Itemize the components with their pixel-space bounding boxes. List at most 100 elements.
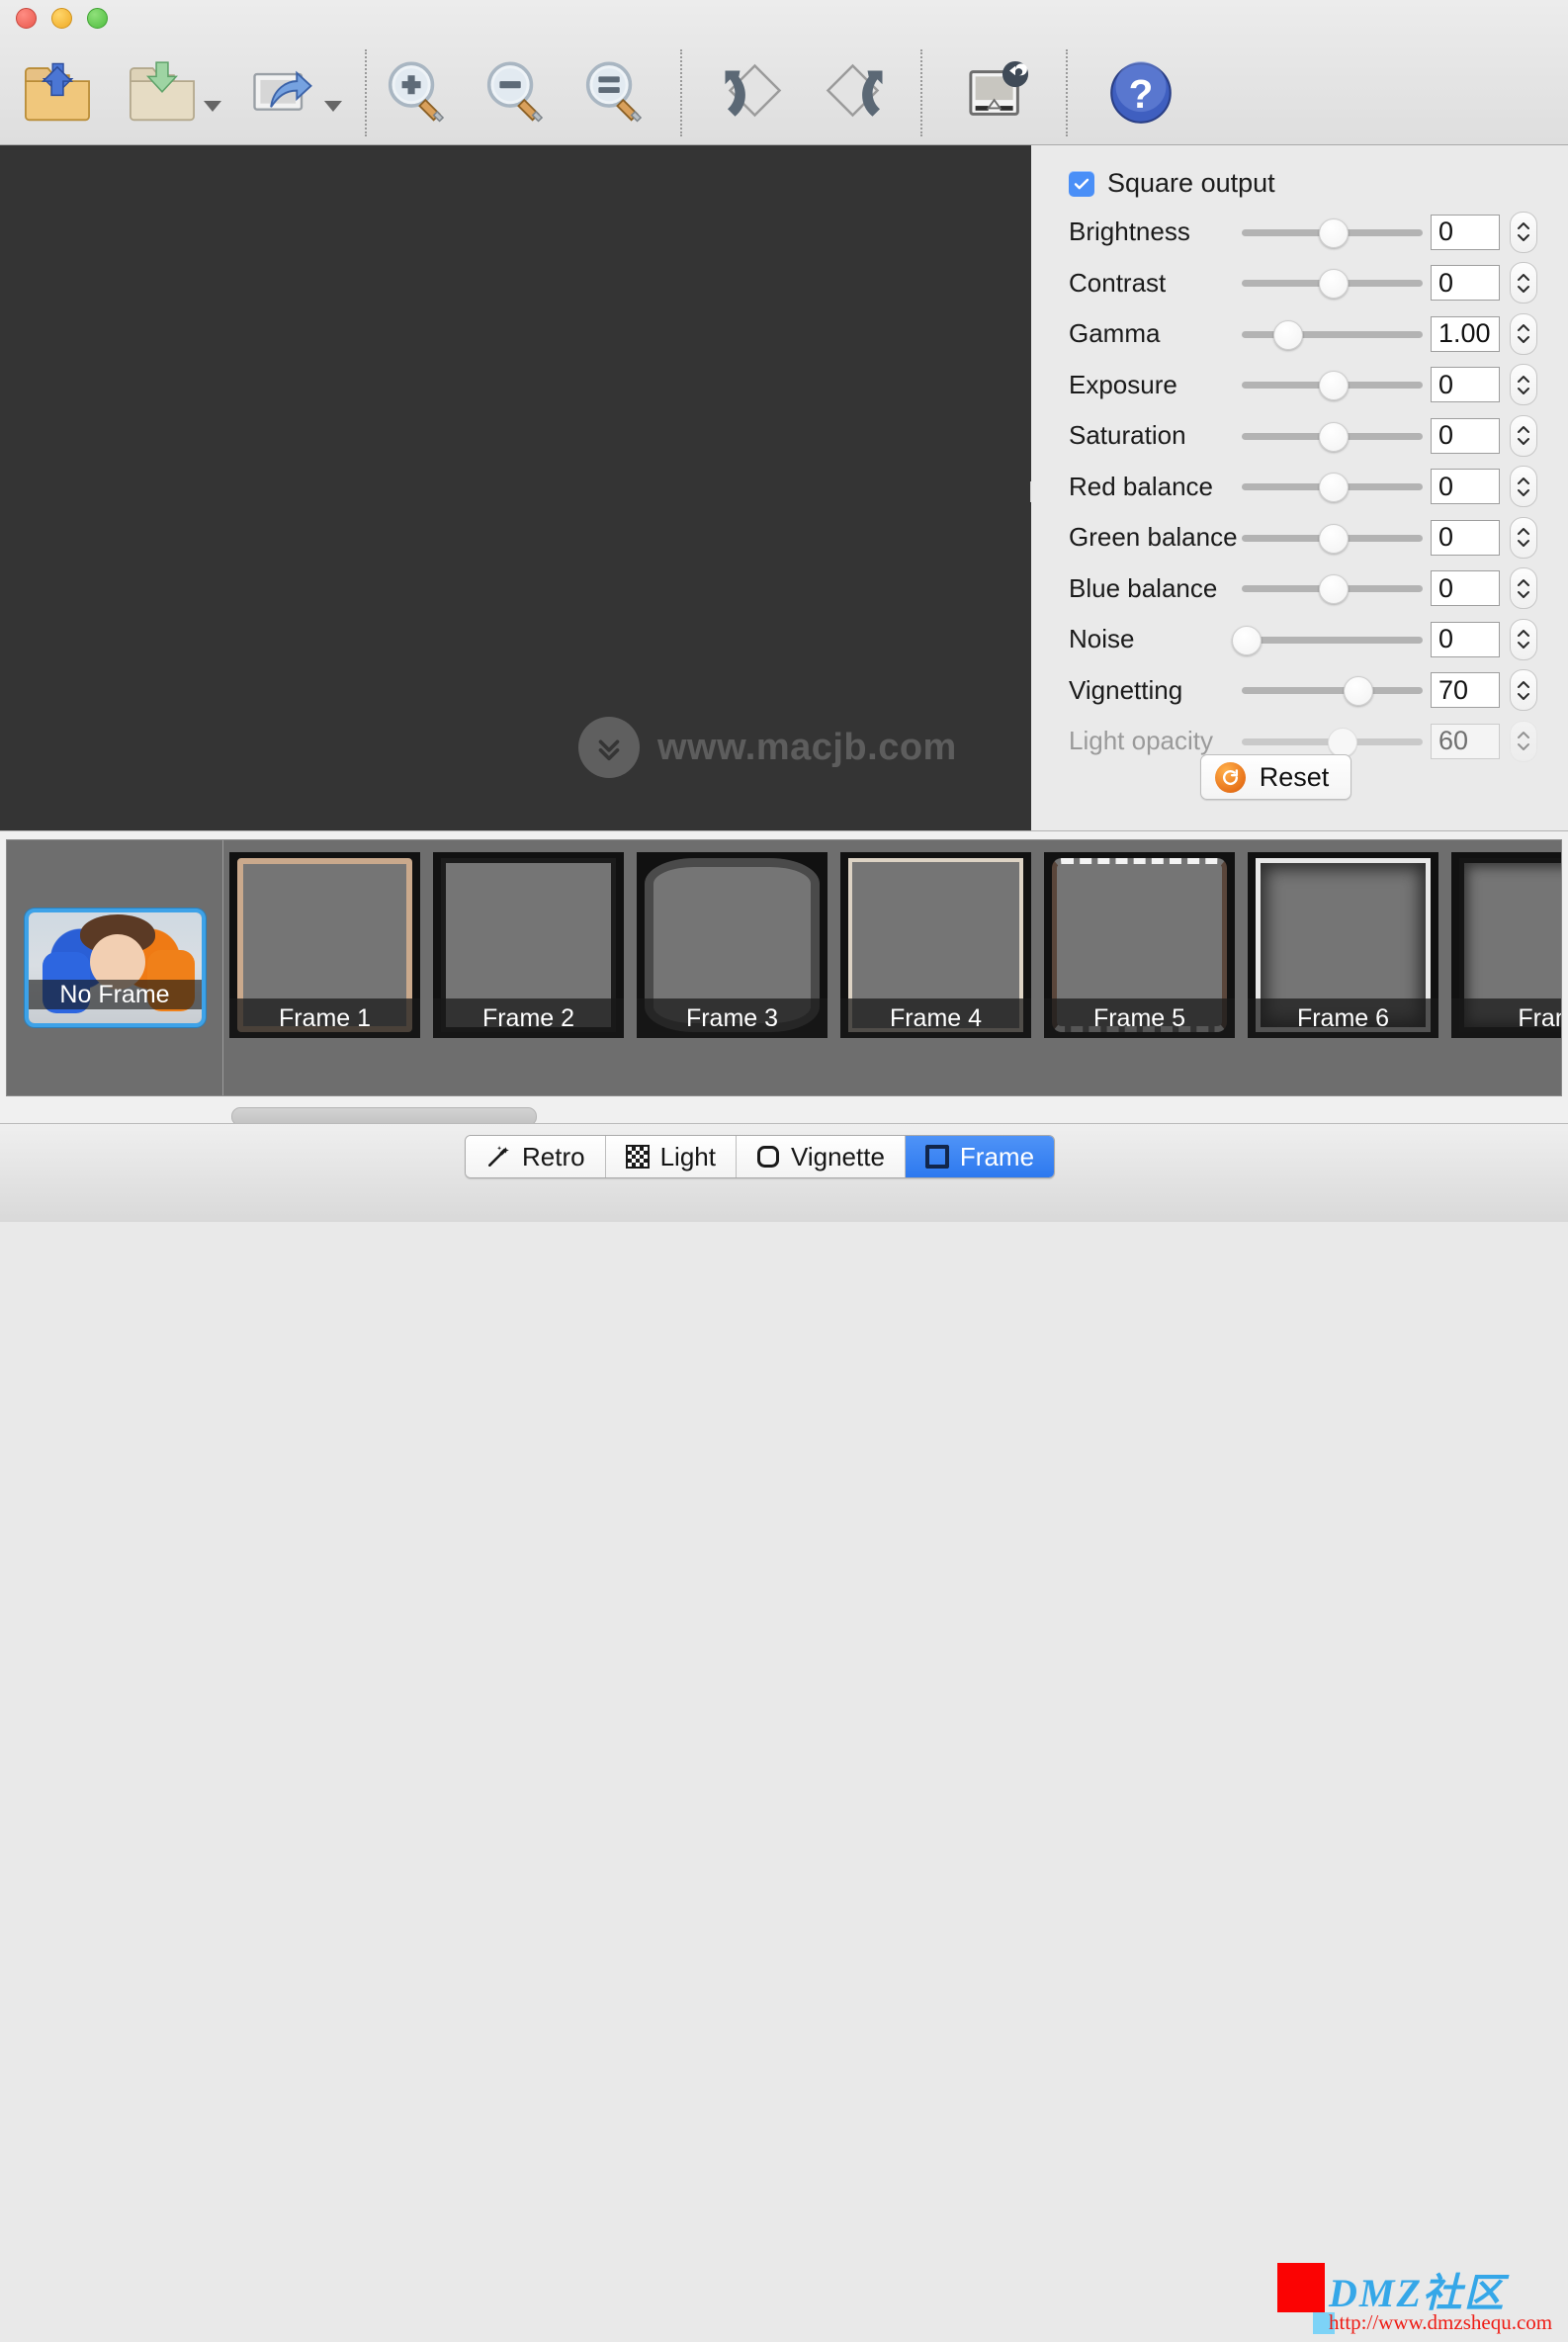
adjustment-slider[interactable] xyxy=(1242,574,1423,605)
frame-thumbnail[interactable]: Frame 6 xyxy=(1248,852,1438,1038)
slider-thumb[interactable] xyxy=(1318,473,1349,503)
slider-thumb[interactable] xyxy=(1318,217,1349,248)
adjustment-value-input[interactable]: 0 xyxy=(1431,621,1500,657)
slider-thumb[interactable] xyxy=(1318,574,1349,605)
adjustment-value-input[interactable]: 0 xyxy=(1431,519,1500,556)
zoom-out-icon[interactable] xyxy=(467,45,566,140)
chevron-down-icon xyxy=(1518,540,1529,548)
adjustment-stepper[interactable] xyxy=(1510,312,1537,355)
adjustment-stepper[interactable] xyxy=(1510,414,1537,457)
zoom-actual-icon[interactable] xyxy=(566,45,664,140)
frame-label: Frame 2 xyxy=(433,998,624,1038)
dmz-branding: DMZ社区 http://www.dmzshequ.com xyxy=(1277,2263,1564,2342)
watermark: www.macjb.com xyxy=(578,717,957,778)
adjustment-slider[interactable] xyxy=(1242,473,1423,503)
adjustment-slider[interactable] xyxy=(1231,625,1423,655)
adjustment-value-input[interactable]: 0 xyxy=(1431,469,1500,505)
close-button[interactable] xyxy=(16,8,37,29)
adjustment-stepper[interactable] xyxy=(1510,262,1537,304)
frame-thumbnail[interactable]: Fram xyxy=(1451,852,1561,1038)
slider-thumb[interactable] xyxy=(1318,269,1349,300)
tab-label: Frame xyxy=(959,1141,1035,1171)
chevron-up-icon xyxy=(1518,578,1529,586)
slider-thumb xyxy=(1327,727,1357,757)
tab-vignette[interactable]: Vignette xyxy=(736,1136,906,1177)
frame-thumbnail[interactable]: Frame 5 xyxy=(1044,852,1235,1038)
minimize-button[interactable] xyxy=(51,8,72,29)
adjustment-stepper[interactable] xyxy=(1510,516,1537,559)
adjustment-value-input[interactable]: 0 xyxy=(1431,417,1500,454)
image-canvas[interactable]: www.macjb.com xyxy=(0,145,1031,830)
square-output-label: Square output xyxy=(1107,168,1275,198)
adjustment-slider[interactable] xyxy=(1242,421,1423,452)
adjustment-value-input[interactable]: 0 xyxy=(1431,214,1500,250)
adjustment-value-input[interactable]: 0 xyxy=(1431,570,1500,607)
frames-viewport[interactable]: Frame 1 Frame 2 Frame 3 Frame 4 Frame 5 Frame… xyxy=(224,840,1561,1095)
slider-thumb[interactable] xyxy=(1231,625,1262,655)
brand-url[interactable]: http://www.dmzshequ.com xyxy=(1329,2310,1552,2335)
share-icon[interactable] xyxy=(231,45,355,140)
rotate-right-icon[interactable] xyxy=(804,45,907,140)
adjustment-row: Vignetting 70 xyxy=(1031,665,1568,717)
open-icon[interactable] xyxy=(0,45,115,140)
bottom-bar: Retro Light Vignette Frame DMZ社区 http://www… xyxy=(0,1123,1568,2334)
adjustment-row: Noise 0 xyxy=(1031,614,1568,665)
adjustment-stepper[interactable] xyxy=(1510,567,1537,610)
tab-retro[interactable]: Retro xyxy=(466,1136,606,1177)
adjustment-slider[interactable] xyxy=(1242,676,1423,707)
tab-frame[interactable]: Frame xyxy=(905,1136,1055,1177)
adjustment-stepper[interactable] xyxy=(1510,466,1537,508)
square-output-row[interactable]: Square output xyxy=(1069,168,1275,199)
maximize-button[interactable] xyxy=(87,8,108,29)
chevron-down-icon xyxy=(1518,642,1529,650)
brand-red-square xyxy=(1277,2263,1325,2312)
adjustment-stepper[interactable] xyxy=(1510,669,1537,712)
adjustment-slider[interactable] xyxy=(1242,319,1423,350)
slider-thumb[interactable] xyxy=(1318,421,1349,452)
toolbar-divider-2 xyxy=(680,49,683,136)
save-icon[interactable] xyxy=(115,45,231,140)
reset-button[interactable]: Reset xyxy=(1199,754,1352,800)
chevron-down-icon xyxy=(1518,234,1529,242)
save-dropdown-caret[interactable] xyxy=(204,100,221,112)
frame-label: Frame 6 xyxy=(1248,998,1438,1038)
no-frame-thumbnail[interactable]: No Frame xyxy=(24,909,206,1027)
adjustment-label: Light opacity xyxy=(1069,726,1213,756)
adjustment-value-input[interactable]: 70 xyxy=(1431,672,1500,709)
share-dropdown-caret[interactable] xyxy=(323,100,342,112)
svg-text:?: ? xyxy=(1129,71,1154,117)
frame-thumbnail[interactable]: Frame 4 xyxy=(840,852,1031,1038)
rotate-left-icon[interactable] xyxy=(701,45,804,140)
slider-thumb[interactable] xyxy=(1318,523,1349,554)
adjustment-value-input[interactable]: 1.00 xyxy=(1431,315,1500,352)
adjustment-slider[interactable] xyxy=(1242,217,1423,248)
slider-thumb[interactable] xyxy=(1272,319,1303,350)
slider-thumb[interactable] xyxy=(1344,676,1374,707)
frame-thumbnail[interactable]: Frame 2 xyxy=(433,852,624,1038)
frame-thumbnail[interactable]: Frame 3 xyxy=(637,852,828,1038)
zoom-in-icon[interactable] xyxy=(368,45,467,140)
chevron-down-icon xyxy=(1518,692,1529,700)
adjustment-stepper[interactable] xyxy=(1510,211,1537,253)
slider-thumb[interactable] xyxy=(1318,371,1349,401)
adjustment-row: Contrast 0 xyxy=(1031,258,1568,309)
square-output-checkbox[interactable] xyxy=(1069,170,1094,197)
chevron-up-icon xyxy=(1518,477,1529,484)
adjustment-slider[interactable] xyxy=(1242,523,1423,554)
help-icon[interactable]: ? xyxy=(1083,45,1199,140)
adjustment-stepper[interactable] xyxy=(1510,364,1537,406)
adjustment-stepper[interactable] xyxy=(1510,618,1537,660)
frame-thumbnail[interactable]: Frame 1 xyxy=(229,852,420,1038)
reset-row: Reset xyxy=(1031,754,1568,800)
adjustment-slider[interactable] xyxy=(1242,371,1423,401)
no-frame-cell[interactable]: No Frame xyxy=(7,840,223,1095)
adjustment-value-input[interactable]: 0 xyxy=(1431,367,1500,403)
adjustment-slider[interactable] xyxy=(1242,269,1423,300)
filmstrip-inner: No Frame Frame 1 Frame 2 Frame 3 Frame 4 Fra… xyxy=(6,839,1562,1126)
frame-label: Frame 3 xyxy=(637,998,828,1038)
adjustment-value-input[interactable]: 0 xyxy=(1431,265,1500,302)
revert-icon[interactable] xyxy=(937,45,1056,140)
adjustment-row: Green balance 0 xyxy=(1031,512,1568,564)
tab-light[interactable]: Light xyxy=(605,1136,737,1177)
frame-label: Frame 4 xyxy=(840,998,1031,1038)
